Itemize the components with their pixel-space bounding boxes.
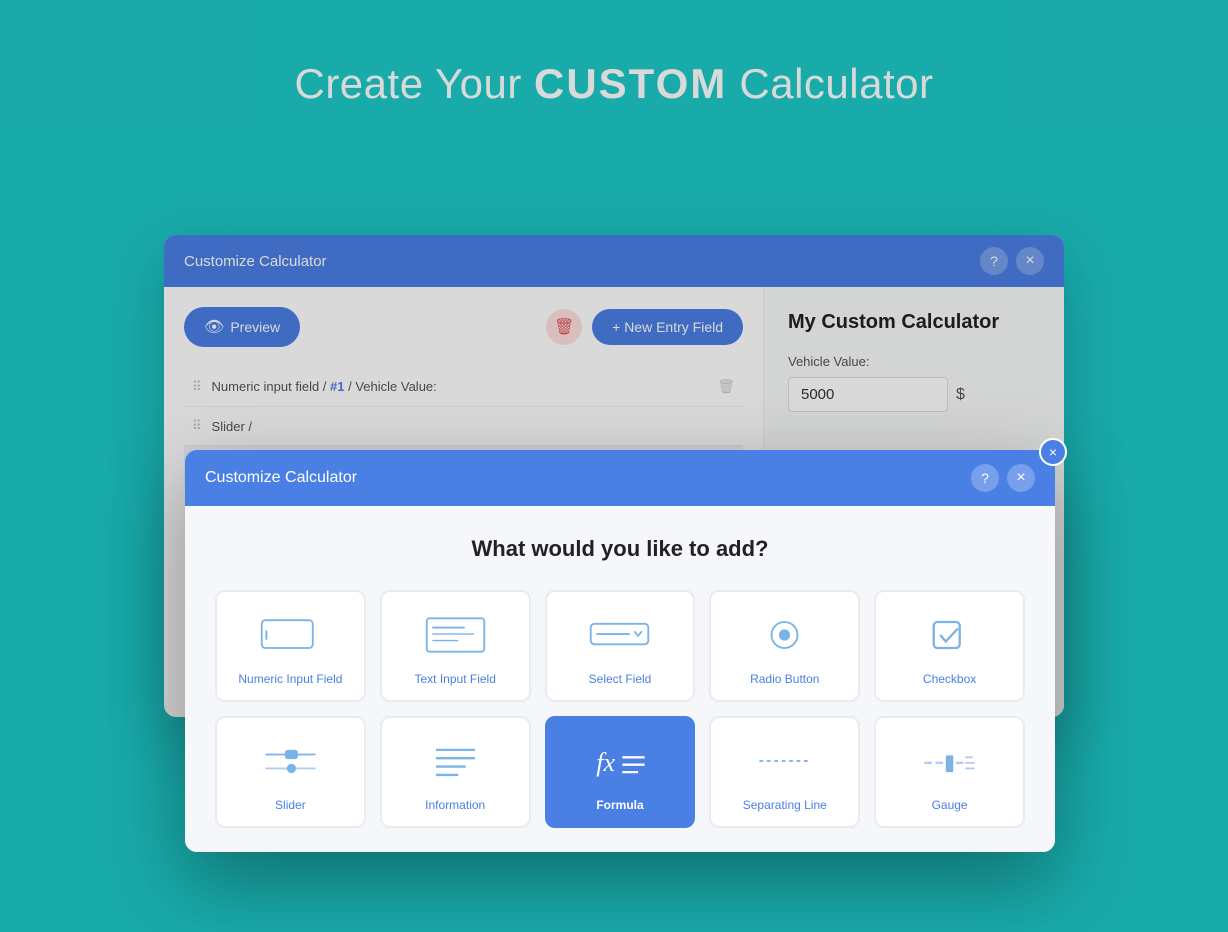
field-type-separating[interactable]: Separating Line [709,716,860,828]
formula-icon: fx [585,736,655,786]
field-type-formula[interactable]: fx Formula [545,716,696,828]
field-type-select[interactable]: Select Field [545,590,696,702]
info-icon [420,736,490,786]
modal-help-button[interactable]: ? [971,464,999,492]
checkbox-label: Checkbox [923,672,976,686]
radio-label: Radio Button [750,672,819,686]
gauge-icon [915,736,985,786]
numeric-label: Numeric Input Field [238,672,342,686]
field-type-text[interactable]: Text Input Field [380,590,531,702]
field-type-grid: Numeric Input Field Text Input Field [215,590,1025,828]
text-label: Text Input Field [415,672,496,686]
modal-body: What would you like to add? Numeric Inpu… [185,506,1055,852]
info-label: Information [425,798,485,812]
modal-close-button[interactable]: × [1007,464,1035,492]
field-type-radio[interactable]: Radio Button [709,590,860,702]
field-type-gauge[interactable]: Gauge [874,716,1025,828]
formula-label: Formula [596,798,643,812]
field-type-information[interactable]: Information [380,716,531,828]
select-label: Select Field [589,672,652,686]
modal-title: Customize Calculator [205,469,357,487]
checkbox-icon [915,610,985,660]
separating-label: Separating Line [743,798,827,812]
slider-label: Slider [275,798,306,812]
field-type-numeric[interactable]: Numeric Input Field [215,590,366,702]
radio-icon [750,610,820,660]
svg-text:fx: fx [597,748,616,777]
select-icon [585,610,655,660]
gauge-label: Gauge [932,798,968,812]
field-type-checkbox[interactable]: Checkbox [874,590,1025,702]
separating-icon [750,736,820,786]
numeric-icon [255,610,325,660]
floating-close-button[interactable]: × [1039,438,1067,466]
slider-icon [255,736,325,786]
add-field-modal: × Customize Calculator ? × What would yo… [185,450,1055,852]
modal-question: What would you like to add? [215,536,1025,562]
modal-titlebar: Customize Calculator ? × [185,450,1055,506]
text-icon [420,610,490,660]
field-type-slider[interactable]: Slider [215,716,366,828]
